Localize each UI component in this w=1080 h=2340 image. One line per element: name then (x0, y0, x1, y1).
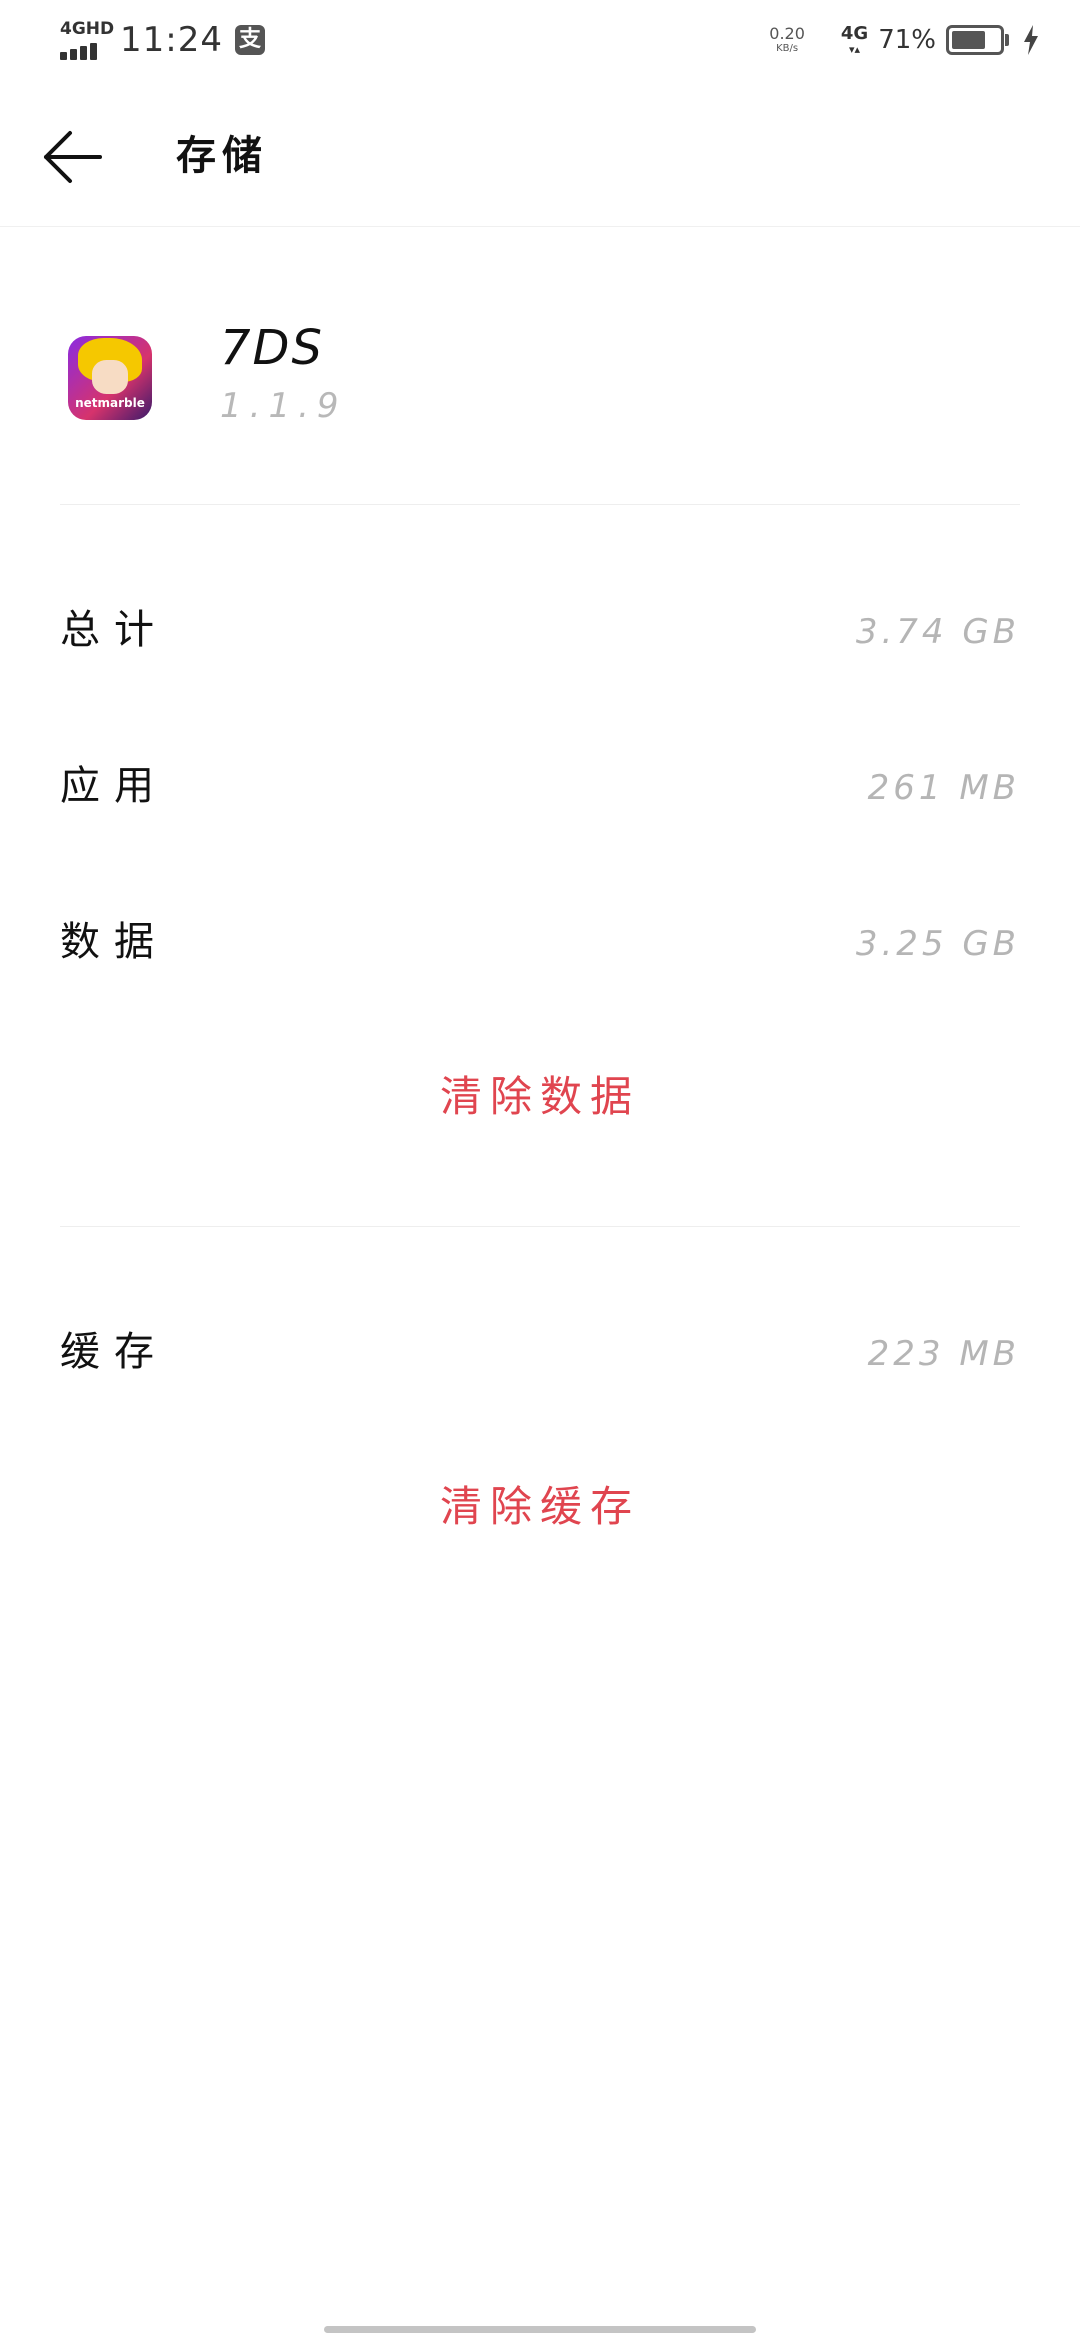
data-size-value: 3.25 GB (855, 924, 1020, 964)
network-type-label: 4GHD (60, 19, 115, 39)
app-size-label: 应用 (60, 763, 168, 809)
app-name: 7DS (220, 320, 324, 376)
app-size-value: 261 MB (867, 768, 1020, 808)
divider (60, 1226, 1020, 1227)
network-speed-unit: KB/s (776, 43, 799, 54)
battery-icon (946, 25, 1009, 55)
app-icon-face (92, 360, 128, 394)
app-icon: netmarble (68, 336, 152, 420)
cache-label: 缓存 (60, 1329, 168, 1375)
signal-bar (60, 52, 67, 60)
storage-row-data: 数据 3.25 GB (60, 902, 1020, 982)
signal-bar (80, 46, 87, 60)
status-time: 11:24 (120, 20, 223, 60)
storage-row-app: 应用 261 MB (60, 746, 1020, 826)
status-bar-left: 4GHD 11:24 支 (60, 18, 265, 62)
storage-row-total: 总计 3.74 GB (60, 590, 1020, 670)
divider (60, 504, 1020, 505)
clear-data-button[interactable]: 清除数据 (60, 1052, 1020, 1142)
data-size-label: 数据 (60, 919, 168, 965)
alipay-icon: 支 (234, 25, 265, 55)
signal-bar (90, 43, 97, 60)
battery-nub (1005, 34, 1009, 46)
network-speed-value: 0.20 (769, 24, 805, 43)
data-arrows: ▾▴ (849, 43, 861, 56)
storage-row-cache: 缓存 223 MB (60, 1312, 1020, 1392)
home-indicator[interactable] (324, 2326, 756, 2333)
battery-fill (952, 31, 985, 49)
signal-icon: 4GHD (60, 20, 114, 60)
charging-icon (1024, 25, 1038, 55)
network-speed: 0.20 KB/s (769, 26, 805, 54)
app-icon-brand: netmarble (75, 396, 145, 410)
status-bar: 4GHD 11:24 支 0.20 KB/s 4G ▾▴ 71% (0, 0, 1080, 80)
arrow-left-icon (44, 131, 102, 183)
data-activity-icon: 4G ▾▴ (840, 23, 869, 56)
page-title: 存储 (176, 133, 268, 179)
signal-bars (60, 43, 97, 60)
battery-percentage: 71% (878, 25, 936, 55)
app-version: 1.1.9 (220, 386, 347, 426)
cache-value: 223 MB (867, 1334, 1020, 1374)
total-value: 3.74 GB (855, 612, 1020, 652)
app-header: 存储 (0, 80, 1080, 227)
total-label: 总计 (60, 607, 168, 653)
back-button[interactable] (40, 122, 110, 192)
status-bar-right: 0.20 KB/s 4G ▾▴ 71% (769, 18, 1040, 62)
app-info: netmarble 7DS 1.1.9 (60, 290, 1020, 450)
clear-cache-button[interactable]: 清除缓存 (60, 1462, 1020, 1552)
data-type-label: 4G (840, 23, 869, 44)
signal-bar (70, 49, 77, 60)
